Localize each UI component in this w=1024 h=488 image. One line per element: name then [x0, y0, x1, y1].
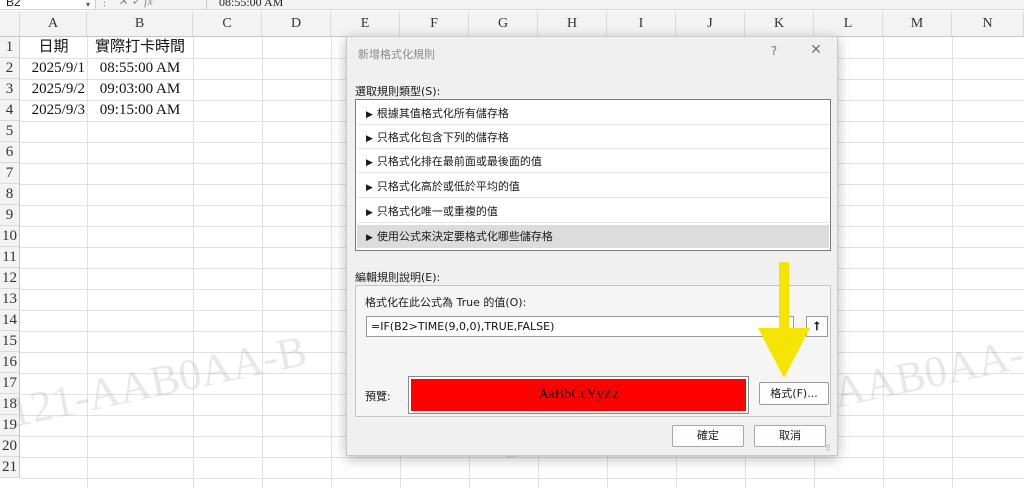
col-header-n[interactable]: N	[952, 11, 1024, 37]
triangle-right-icon: ▶	[366, 158, 373, 168]
row-header[interactable]: 12	[0, 268, 20, 289]
triangle-right-icon: ▶	[366, 134, 373, 144]
dialog-title: 新增格式化規則	[358, 48, 435, 61]
row-header[interactable]: 19	[0, 415, 20, 436]
col-header-c[interactable]: C	[193, 11, 262, 37]
row-header[interactable]: 20	[0, 436, 20, 457]
row-header[interactable]: 11	[0, 247, 20, 268]
cancel-button[interactable]: 取消	[754, 425, 826, 447]
rule-formula-input[interactable]: =IF(B2>TIME(9,0,0),TRUE,FALSE)	[366, 316, 794, 337]
cell-b1[interactable]: 實際打卡時間	[87, 37, 193, 58]
triangle-right-icon: ▶	[366, 208, 373, 218]
close-icon[interactable]: ✕	[809, 42, 823, 58]
col-header-j[interactable]: J	[676, 11, 745, 37]
row-header[interactable]: 1	[0, 37, 20, 58]
triangle-right-icon: ▶	[366, 233, 373, 243]
col-header-b[interactable]: B	[87, 11, 193, 37]
col-header-l[interactable]: L	[814, 11, 883, 37]
formula-icons[interactable]: ✕ ✓ fx	[118, 0, 153, 9]
chevron-down-icon[interactable]: ▾	[86, 0, 90, 9]
row-header[interactable]: 5	[0, 121, 20, 142]
cell-a1[interactable]: 日期	[20, 37, 87, 58]
row-header[interactable]: 13	[0, 289, 20, 310]
row-header[interactable]: 3	[0, 79, 20, 100]
col-header-e[interactable]: E	[331, 11, 400, 37]
row-header[interactable]: 10	[0, 226, 20, 247]
row-header[interactable]: 14	[0, 310, 20, 331]
rule-type-item[interactable]: ▶ 根據其值格式化所有儲存格	[357, 102, 829, 125]
row-header[interactable]: 16	[0, 352, 20, 373]
col-header-d[interactable]: D	[262, 11, 331, 37]
triangle-right-icon: ▶	[366, 183, 373, 193]
cell-b3[interactable]: 09:03:00 AM	[87, 79, 193, 100]
rule-type-label: 選取規則類型(S):	[355, 85, 441, 98]
help-icon[interactable]: ?	[767, 44, 781, 58]
col-header-m[interactable]: M	[883, 11, 952, 37]
col-header-a[interactable]: A	[20, 11, 87, 37]
col-header-f[interactable]: F	[400, 11, 469, 37]
row-header[interactable]: 18	[0, 394, 20, 415]
cell-b4[interactable]: 09:15:00 AM	[87, 100, 193, 121]
cell-a3[interactable]: 2025/9/2	[20, 79, 87, 100]
resize-grip-icon[interactable]: ⠿	[825, 444, 831, 453]
select-all-corner[interactable]	[0, 11, 20, 37]
formula-bar: B2 ▾ ⋮ ✕ ✓ fx 08:55:00 AM	[0, 0, 1024, 10]
format-button[interactable]: 格式(F)...	[759, 382, 829, 405]
row-header[interactable]: 9	[0, 205, 20, 226]
name-box[interactable]: B2	[0, 0, 96, 9]
new-formatting-rule-dialog: 新增格式化規則 ? ✕ 選取規則類型(S): ▶ 根據其值格式化所有儲存格 ▶ 只格…	[346, 36, 838, 456]
arrow-down-icon	[758, 262, 810, 378]
preview-label: 預覽:	[365, 390, 391, 403]
rule-type-item[interactable]: ▶ 只格式化高於或低於平均的值	[357, 175, 829, 198]
col-header-k[interactable]: K	[745, 11, 814, 37]
cell-a2[interactable]: 2025/9/1	[20, 58, 87, 79]
ok-button[interactable]: 確定	[672, 425, 744, 447]
rule-type-item[interactable]: ▶ 只格式化排在最前面或最後面的值	[357, 150, 829, 173]
cell-b2[interactable]: 08:55:00 AM	[87, 58, 193, 79]
watermark: 121-AAB0AA-B	[4, 326, 311, 437]
rule-type-item[interactable]: ▶ 只格式化包含下列的儲存格	[357, 126, 829, 149]
col-header-g[interactable]: G	[469, 11, 538, 37]
row-header[interactable]: 15	[0, 331, 20, 352]
row-header[interactable]: 8	[0, 184, 20, 205]
row-header[interactable]: 21	[0, 457, 20, 478]
row-header[interactable]: 2	[0, 58, 20, 79]
formula-input[interactable]: 08:55:00 AM	[206, 0, 1024, 9]
rule-type-list: ▶ 根據其值格式化所有儲存格 ▶ 只格式化包含下列的儲存格 ▶ 只格式化排在最前面或最…	[355, 99, 831, 251]
arrow-up-icon: ⭡	[814, 319, 820, 333]
col-header-i[interactable]: I	[607, 11, 676, 37]
col-header-h[interactable]: H	[538, 11, 607, 37]
formula-label: 格式化在此公式為 True 的值(O):	[365, 296, 527, 309]
row-header[interactable]: 17	[0, 373, 20, 394]
row-header[interactable]: 4	[0, 100, 20, 121]
rule-type-item[interactable]: ▶ 只格式化唯一或重複的值	[357, 200, 829, 223]
format-preview: AaBbCcYyZz	[408, 376, 749, 414]
row-header[interactable]: 6	[0, 142, 20, 163]
triangle-right-icon: ▶	[366, 110, 373, 120]
cell-a4[interactable]: 2025/9/3	[20, 100, 87, 121]
rule-type-item-selected[interactable]: ▶ 使用公式來決定要格式化哪些儲存格	[357, 225, 829, 248]
rule-description-label: 編輯規則說明(E):	[355, 271, 441, 284]
preview-sample-text: AaBbCcYyZz	[411, 379, 746, 411]
separator-icon: ⋮	[100, 0, 109, 8]
row-header[interactable]: 7	[0, 163, 20, 184]
